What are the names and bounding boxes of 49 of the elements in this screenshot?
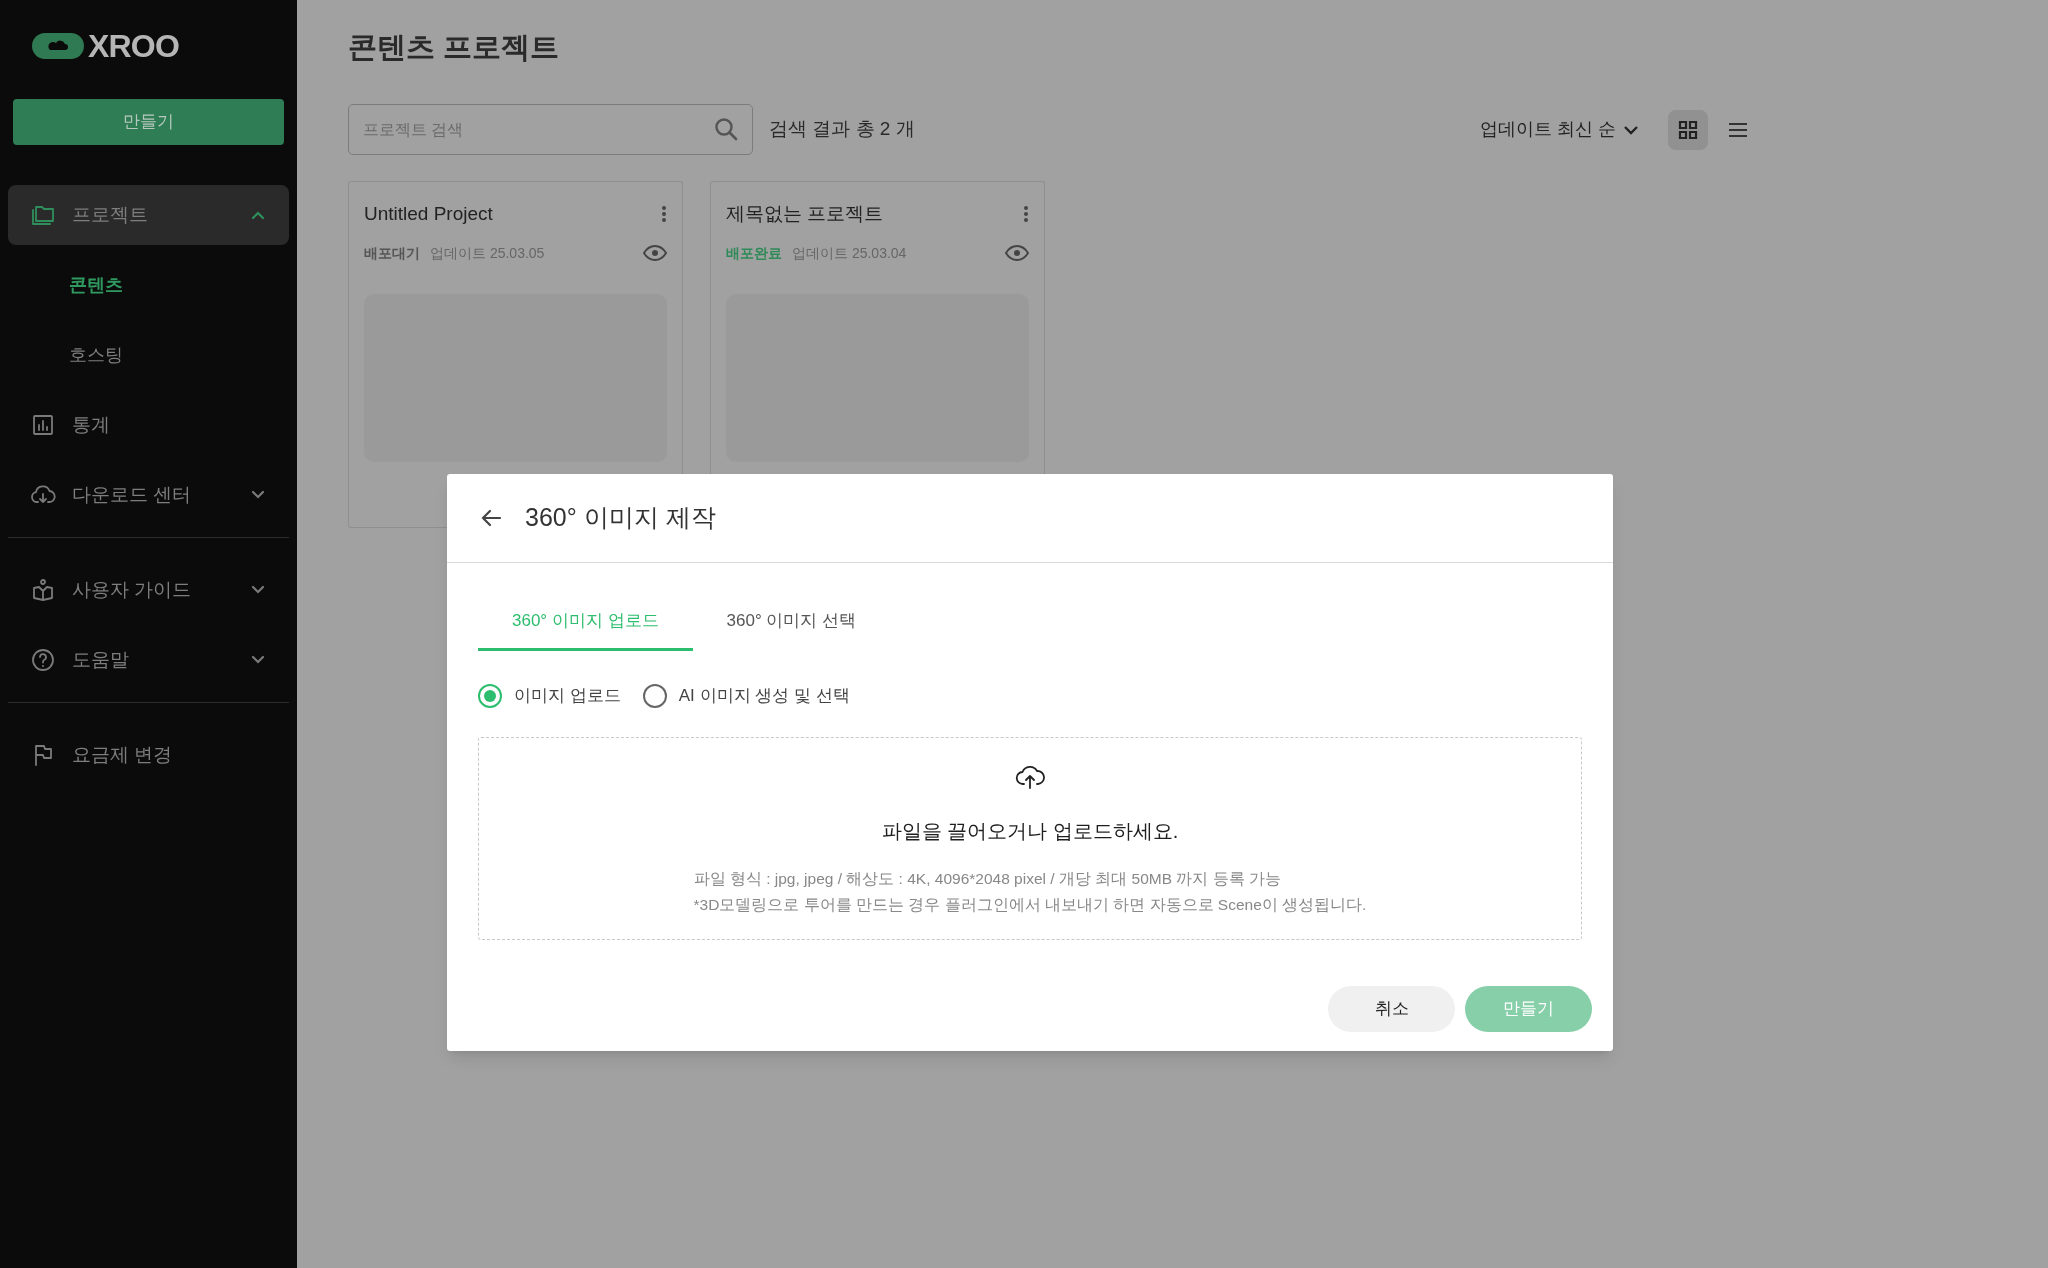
nav-subitem[interactable]: 호스팅 xyxy=(8,325,289,385)
project-card[interactable]: Untitled Project 배포대기 업데이트 25.03.05 xyxy=(348,181,683,475)
nav-subitem[interactable]: 콘텐츠 xyxy=(8,255,289,315)
more-icon[interactable] xyxy=(661,205,667,224)
nav-item[interactable]: 다운로드 센터 xyxy=(8,465,289,525)
logo-wordmark: XROO xyxy=(88,30,180,62)
create-button[interactable]: 만들기 xyxy=(13,99,284,145)
dropzone-heading: 파일을 끌어오거나 업로드하세요. xyxy=(881,818,1179,844)
nav-label: 사용자 가이드 xyxy=(72,577,192,602)
status-label: 배포완료 xyxy=(726,243,782,263)
grid-view-icon xyxy=(1677,118,1699,141)
bar-chart-icon xyxy=(30,412,56,438)
dropzone-note: 파일 형식 : jpg, jpeg / 해상도 : 4K, 4096*2048 pixel / 개당 최대 50MB 까지 등록 가능 xyxy=(693,868,1281,889)
cloud-upload-icon xyxy=(1015,763,1045,790)
card-title: Untitled Project xyxy=(364,202,493,226)
book-icon xyxy=(30,577,56,603)
nav-item[interactable]: 프로젝트 xyxy=(8,185,289,245)
radio-option[interactable]: 이미지 업로드 xyxy=(478,683,621,709)
eye-icon[interactable] xyxy=(643,245,667,261)
nav-item[interactable]: 요금제 변경 xyxy=(8,725,289,785)
result-count: 검색 결과 총 2 개 xyxy=(769,117,915,142)
tab[interactable]: 360° 이미지 선택 xyxy=(692,593,891,651)
nav-label: 프로젝트 xyxy=(72,202,148,227)
project-card[interactable]: 제목없는 프로젝트 배포완료 업데이트 25.03.04 xyxy=(710,181,1045,475)
cloud-logo-icon xyxy=(32,33,84,59)
status-label: 배포대기 xyxy=(364,243,420,263)
nav-item[interactable]: 사용자 가이드 xyxy=(8,560,289,620)
nav-label: 통계 xyxy=(72,412,110,437)
radio-option[interactable]: AI 이미지 생성 및 선택 xyxy=(642,683,850,709)
nav-label: 도움말 xyxy=(72,647,129,672)
nav-label: 요금제 변경 xyxy=(72,742,173,767)
search-icon[interactable] xyxy=(713,116,739,142)
nav-item[interactable]: 통계 xyxy=(8,395,289,455)
more-icon[interactable] xyxy=(1023,205,1029,224)
update-date: 업데이트 25.03.05 xyxy=(430,243,545,263)
update-date: 업데이트 25.03.04 xyxy=(792,243,907,263)
cancel-button[interactable]: 취소 xyxy=(1328,985,1455,1032)
help-icon xyxy=(30,647,56,673)
card-title: 제목없는 프로젝트 xyxy=(726,202,884,226)
view-toggle[interactable] xyxy=(1668,109,1708,150)
nav-item[interactable]: 도움말 xyxy=(8,630,289,690)
tab[interactable]: 360° 이미지 업로드 xyxy=(478,593,693,651)
eye-icon[interactable] xyxy=(1005,245,1029,261)
upload-dropzone[interactable]: 파일을 끌어오거나 업로드하세요. 파일 형식 : jpg, jpeg / 해상도 : 4K, 4096*2048 pixel / 개당 최대 50MB 까지 등록 가능 *3D모델링으로 투어를 만드는 경우 플러그인에서 내보내기 하면 자동으로 Scene이 생성됩니다. xyxy=(478,736,1582,940)
nav-label: 다운로드 센터 xyxy=(72,482,192,507)
modal-title: 360° 이미지 제작 xyxy=(525,502,716,534)
page-title: 콘텐츠 프로젝트 xyxy=(348,30,561,65)
sort-dropdown[interactable]: 업데이트 최신 순 xyxy=(1480,116,1640,143)
dropzone-note: *3D모델링으로 투어를 만드는 경우 플러그인에서 내보내기 하면 자동으로 Scene이 생성됩니다. xyxy=(693,894,1367,915)
